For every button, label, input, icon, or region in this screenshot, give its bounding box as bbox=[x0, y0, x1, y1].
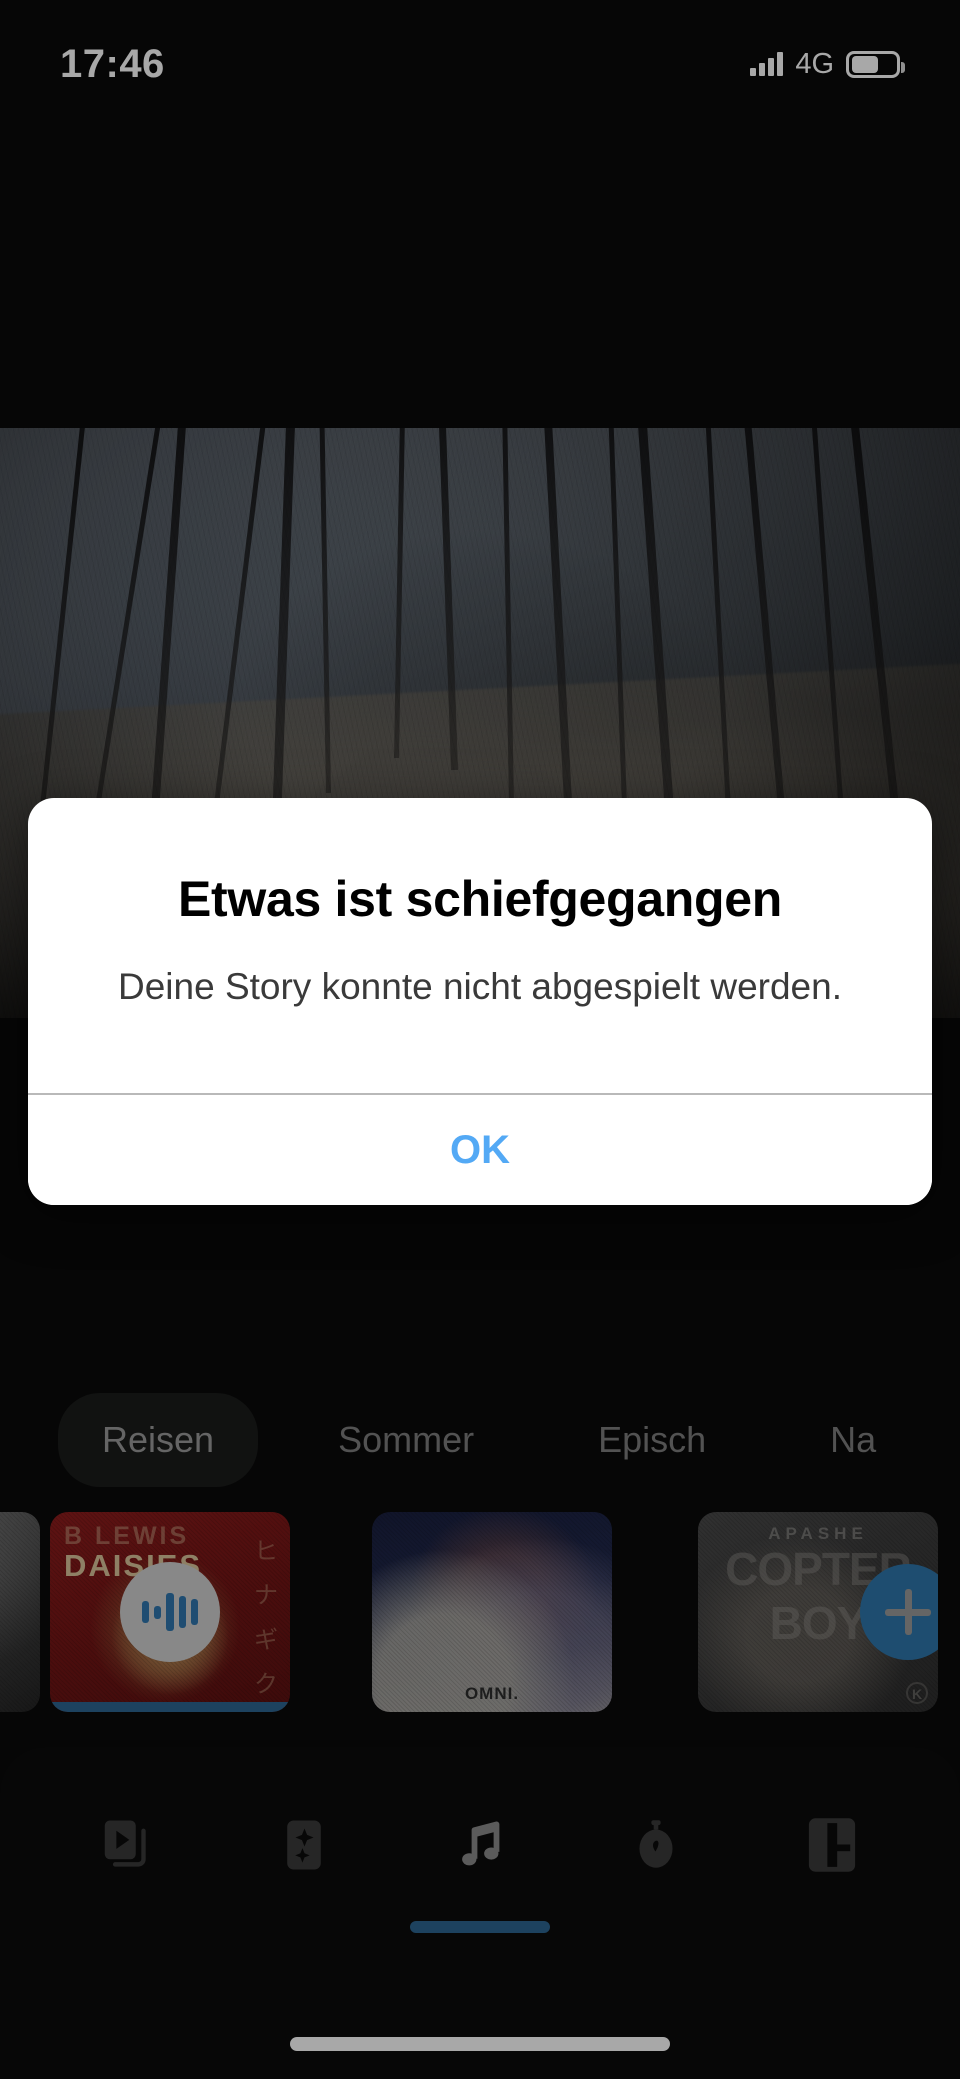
app-screen: 17:46 4G Reisen Sommer Episch Na B LEWIS… bbox=[0, 0, 960, 2079]
alert-ok-label: OK bbox=[450, 1127, 510, 1172]
alert-ok-button[interactable]: OK bbox=[28, 1095, 932, 1206]
alert-message: Deine Story konnte nicht abgespielt werd… bbox=[118, 966, 842, 1007]
alert-title: Etwas ist schiefgegangen bbox=[177, 871, 783, 927]
alert-body: Etwas ist schiefgegangen Deine Story kon… bbox=[28, 798, 932, 1093]
error-alert-dialog: Etwas ist schiefgegangen Deine Story kon… bbox=[28, 798, 932, 1206]
